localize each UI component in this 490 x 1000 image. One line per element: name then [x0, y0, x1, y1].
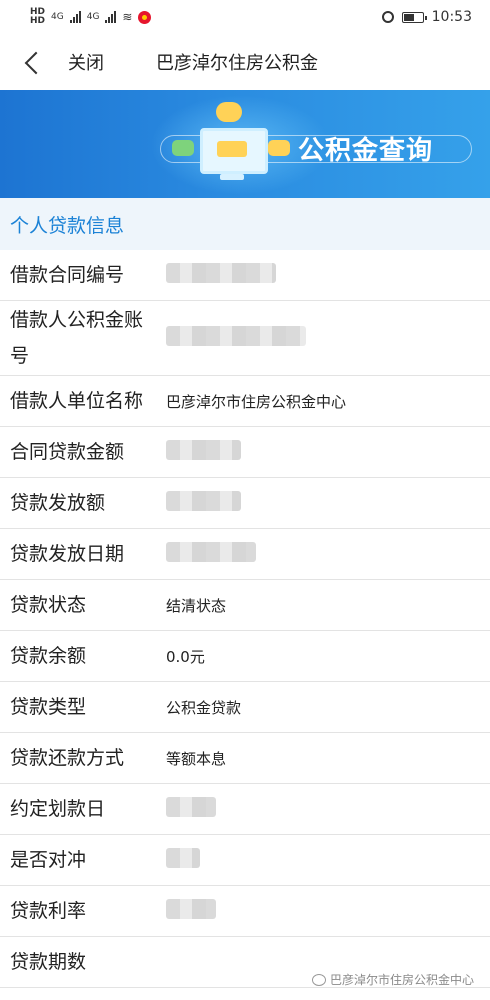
row-value	[148, 797, 216, 821]
hd-badge-bottom: HD	[30, 16, 46, 26]
masked-value	[166, 491, 241, 511]
row-label: 约定划款日	[10, 798, 106, 820]
signal-icon	[105, 11, 117, 23]
row-value	[148, 440, 241, 464]
list-item: 贷款状态 结清状态	[0, 580, 490, 631]
nav-bar: 关闭 巴彦淖尔住房公积金	[0, 34, 490, 90]
status-bar-right: 10:53	[381, 9, 472, 25]
list-item: 借款合同编号	[0, 250, 490, 301]
user-group-icon	[216, 102, 242, 122]
row-value: 结清状态	[166, 596, 227, 615]
masked-value	[166, 899, 216, 919]
status-bar: HD HD 4G 4G ≋ 10:53	[0, 0, 490, 34]
row-value: 公积金贷款	[166, 698, 242, 717]
list-item: 贷款余额 0.0元	[0, 631, 490, 682]
row-value: 巴彦淖尔市住房公积金中心	[166, 392, 347, 411]
list-item: 贷款类型 公积金贷款	[0, 682, 490, 733]
row-label: 贷款还款方式	[10, 747, 125, 769]
row-label: 贷款发放额	[10, 492, 106, 514]
weibo-icon	[138, 10, 152, 24]
loan-info-list: 借款合同编号 借款人公积金账号 借款人单位名称 巴彦淖尔市住房公积金中心 合同贷…	[0, 250, 490, 988]
close-button[interactable]: 关闭	[68, 49, 104, 75]
row-label: 贷款状态	[10, 594, 87, 616]
masked-value	[166, 848, 200, 868]
signal-icon	[69, 11, 81, 23]
watermark-text: 巴彦淖尔市住房公积金中心	[329, 973, 474, 987]
row-label: 贷款期数	[10, 951, 87, 973]
row-label: 是否对冲	[10, 849, 87, 871]
list-item: 借款人公积金账号	[0, 301, 490, 376]
banner: 公积金查询	[0, 90, 490, 198]
list-item: 贷款还款方式 等额本息	[0, 733, 490, 784]
row-label: 借款合同编号	[10, 264, 125, 286]
row-label: 借款人公积金账号	[10, 309, 144, 367]
network-type-1: 4G	[51, 12, 64, 22]
row-label: 贷款发放日期	[10, 543, 125, 565]
page-title: 巴彦淖尔住房公积金	[156, 53, 318, 74]
row-value	[148, 848, 200, 872]
status-bar-left: HD HD 4G 4G ≋	[30, 8, 152, 26]
list-item: 贷款发放日期	[0, 529, 490, 580]
row-value	[148, 899, 216, 923]
masked-value	[166, 263, 276, 283]
chevron-left-icon[interactable]	[22, 52, 42, 72]
wechat-icon	[311, 973, 326, 986]
row-value	[148, 263, 276, 287]
status-time: 10:53	[431, 9, 472, 25]
row-value	[148, 326, 306, 350]
alarm-icon	[381, 11, 394, 23]
banner-title: 公积金查询	[298, 136, 434, 166]
mail-icon	[268, 140, 290, 156]
row-label: 贷款类型	[10, 696, 87, 718]
row-label: 借款人单位名称	[10, 390, 144, 412]
row-value: 等额本息	[166, 749, 227, 768]
chat-bubble-icon	[172, 140, 194, 156]
list-item: 是否对冲	[0, 835, 490, 886]
row-label: 贷款利率	[10, 900, 87, 922]
watermark: 巴彦淖尔市住房公积金中心	[311, 971, 474, 988]
monitor-icon	[200, 128, 268, 174]
masked-value	[166, 797, 216, 817]
list-item: 贷款利率	[0, 886, 490, 937]
monitor-stand	[220, 174, 244, 180]
battery-icon	[401, 11, 427, 23]
row-value	[148, 491, 241, 515]
wifi-icon: ≋	[122, 10, 133, 24]
masked-value	[166, 542, 256, 562]
masked-value	[166, 326, 306, 346]
list-item: 借款人单位名称 巴彦淖尔市住房公积金中心	[0, 376, 490, 427]
row-label: 合同贷款金额	[10, 441, 125, 463]
row-value	[148, 542, 256, 566]
row-label: 贷款余额	[10, 645, 87, 667]
row-value: 0.0元	[166, 647, 205, 666]
list-item: 合同贷款金额	[0, 427, 490, 478]
network-type-2: 4G	[86, 12, 100, 22]
list-item: 贷款发放额	[0, 478, 490, 529]
list-item: 约定划款日	[0, 784, 490, 835]
masked-value	[166, 440, 241, 460]
hd-badge: HD HD	[30, 8, 45, 26]
section-header: 个人贷款信息	[0, 198, 490, 250]
